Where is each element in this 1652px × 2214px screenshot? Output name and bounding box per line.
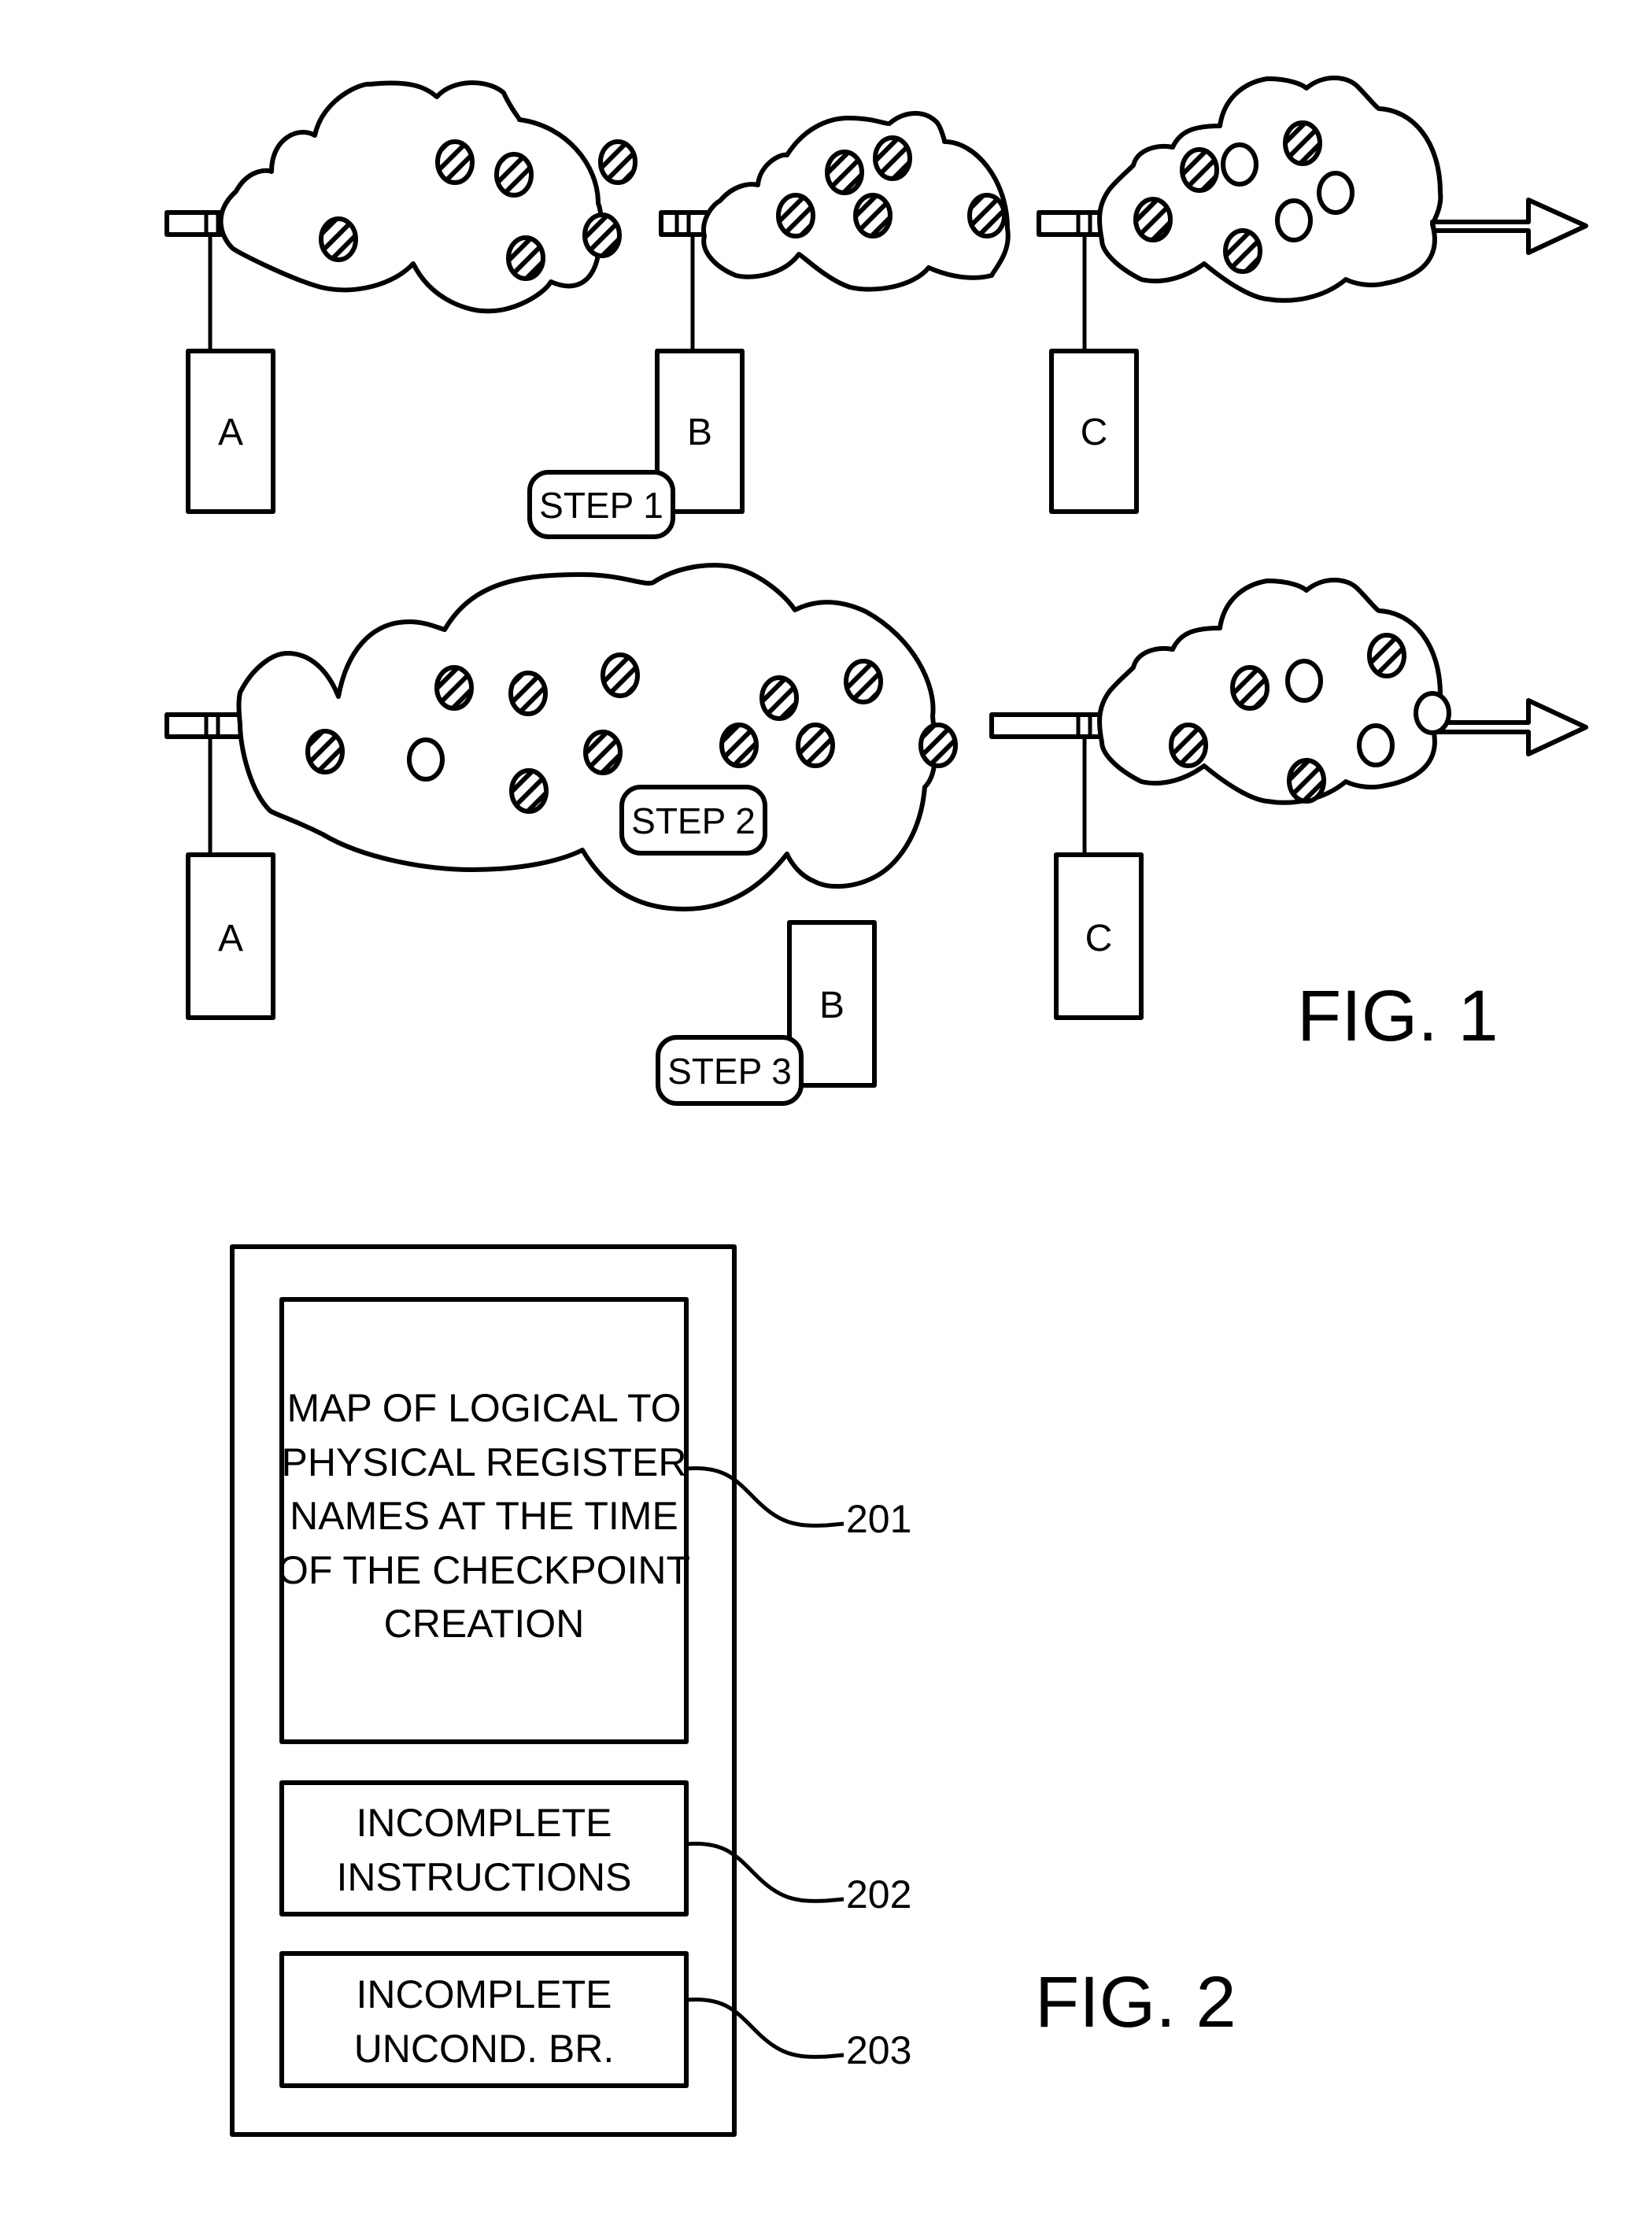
- reference-numeral: 202: [846, 1872, 911, 1916]
- block-register-map: MAP OF LOGICAL TO PHYSICAL REGISTER NAME…: [278, 1297, 690, 1744]
- step-badge: STEP 1: [527, 470, 675, 539]
- figure-caption: FIG. 2: [1035, 1962, 1236, 2042]
- reference-numeral: 201: [846, 1497, 911, 1541]
- fig1-top-row: A B C STEP 1: [164, 76, 1588, 539]
- svg-text:STEP 2: STEP 2: [631, 800, 756, 841]
- checkpoint-label: B: [687, 412, 712, 453]
- checkpoint-label: A: [218, 918, 243, 959]
- svg-text:STEP 1: STEP 1: [539, 485, 663, 526]
- fig2-checkpoint-structure: MAP OF LOGICAL TO PHYSICAL REGISTER NAME…: [230, 1244, 911, 2137]
- reference-numeral: 203: [846, 2028, 911, 2072]
- svg-text:MAP OF LOGICAL TO: MAP OF LOGICAL TO: [286, 1386, 681, 1430]
- flow-arrow-icon: [1430, 698, 1588, 756]
- checkpoint-box-a: A: [186, 349, 275, 514]
- svg-text:STEP 3: STEP 3: [667, 1051, 792, 1092]
- svg-text:INSTRUCTIONS: INSTRUCTIONS: [337, 1855, 632, 1899]
- instruction-cloud: [1097, 76, 1443, 303]
- figure-caption: FIG. 1: [1297, 976, 1499, 1056]
- instruction-cloud: [701, 111, 1011, 292]
- checkpoint-label: B: [819, 985, 844, 1026]
- svg-text:INCOMPLETE: INCOMPLETE: [356, 1801, 612, 1845]
- svg-text:PHYSICAL REGISTER: PHYSICAL REGISTER: [282, 1440, 687, 1484]
- checkpoint-box-c: C: [1054, 852, 1144, 1020]
- step-badge: STEP 2: [619, 785, 767, 856]
- checkpoint-box-c: C: [1049, 349, 1139, 514]
- instruction-cloud: [1097, 578, 1443, 805]
- flow-arrow-icon: [1430, 198, 1588, 255]
- svg-text:NAMES AT THE TIME: NAMES AT THE TIME: [290, 1494, 678, 1538]
- svg-text:OF THE CHECKPOINT: OF THE CHECKPOINT: [278, 1548, 690, 1592]
- step-badge: STEP 3: [656, 1035, 804, 1106]
- checkpoint-label: C: [1085, 918, 1113, 959]
- instruction-cloud: [218, 80, 604, 314]
- checkpoint-box-a: A: [186, 852, 275, 1020]
- svg-text:CREATION: CREATION: [384, 1602, 585, 1646]
- block-incomplete-instructions: INCOMPLETE INSTRUCTIONS: [279, 1780, 689, 1916]
- svg-text:INCOMPLETE: INCOMPLETE: [356, 1972, 612, 2016]
- patent-figure-canvas: A B C STEP 1 A C B STEP 2 STEP 3 FIG. 1 …: [164, 76, 1588, 2137]
- block-incomplete-uncond-br: INCOMPLETE UNCOND. BR.: [279, 1951, 689, 2088]
- checkpoint-label: C: [1081, 412, 1108, 453]
- svg-text:UNCOND. BR.: UNCOND. BR.: [354, 2027, 615, 2071]
- checkpoint-label: A: [218, 412, 243, 453]
